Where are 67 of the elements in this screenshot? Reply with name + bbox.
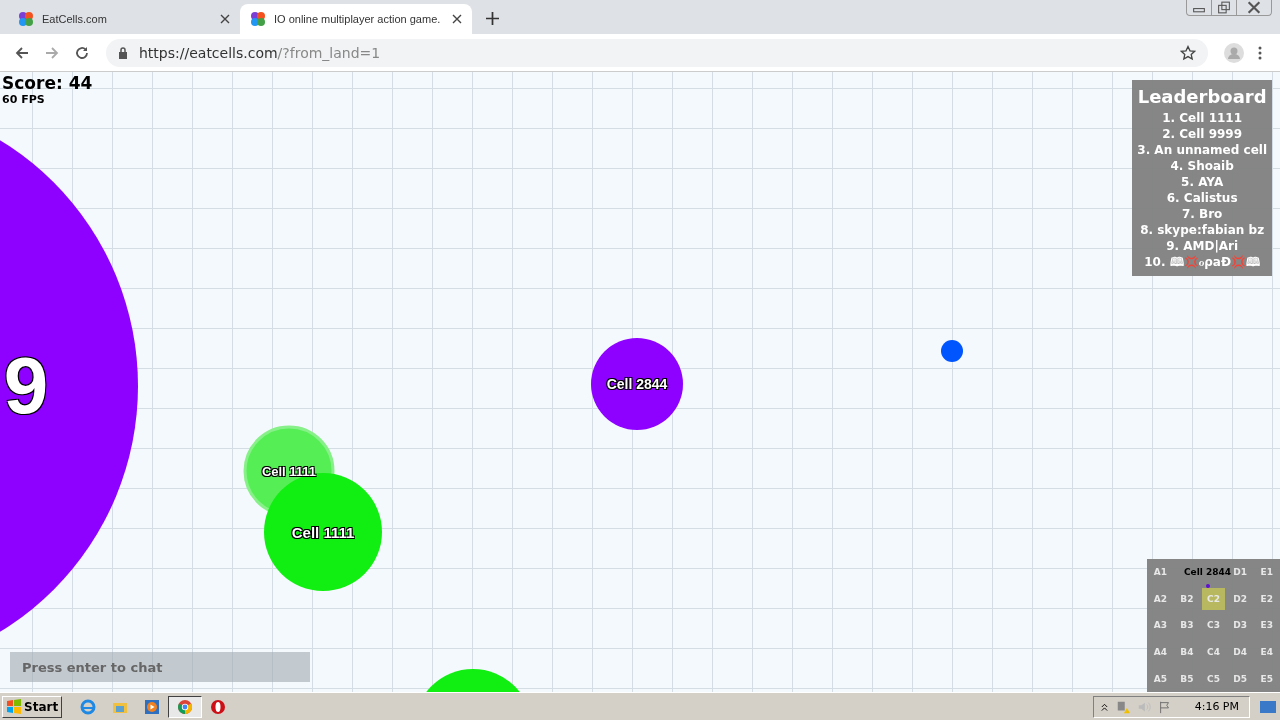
lock-icon bbox=[118, 46, 128, 59]
grid-label: A3 bbox=[1153, 620, 1167, 631]
game-canvas[interactable] bbox=[0, 72, 1280, 692]
cell-name: 9 bbox=[3, 340, 49, 432]
grid-label: A4 bbox=[1153, 647, 1167, 658]
leaderboard-entry: 4. Shoaib bbox=[1170, 158, 1234, 174]
browser-tab[interactable]: IO online multiplayer action game. bbox=[240, 4, 472, 34]
cell-name: Cell 1111 bbox=[261, 463, 317, 479]
grid-label: D5 bbox=[1233, 673, 1247, 684]
chat-input[interactable]: Press enter to chat bbox=[10, 652, 310, 682]
favicon-icon bbox=[18, 11, 34, 27]
grid-label: A1 bbox=[1153, 567, 1167, 578]
grid-label: E5 bbox=[1260, 673, 1273, 684]
browser-tab[interactable]: EatCells.com bbox=[8, 4, 240, 34]
leaderboard-entry: 3. An unnamed cell bbox=[1137, 142, 1267, 158]
grid-label: B3 bbox=[1180, 620, 1194, 631]
close-icon[interactable] bbox=[452, 14, 462, 24]
grid-label: D2 bbox=[1233, 593, 1247, 604]
favicon-icon bbox=[250, 11, 266, 27]
grid-label: B5 bbox=[1180, 673, 1194, 684]
grid-label: D3 bbox=[1233, 620, 1247, 631]
leaderboard-entry: 1. Cell 1111 bbox=[1162, 110, 1243, 126]
grid-label: A2 bbox=[1153, 593, 1167, 604]
leaderboard-entry: 8. skype:fabian bz bbox=[1140, 222, 1265, 238]
grid-label: B4 bbox=[1180, 647, 1194, 658]
grid-label: C4 bbox=[1207, 647, 1220, 658]
grid-label: E1 bbox=[1260, 567, 1273, 578]
leaderboard-entry: 9. AMD|Ari bbox=[1166, 238, 1239, 254]
grid-label: A5 bbox=[1153, 673, 1167, 684]
grid-label: E2 bbox=[1260, 593, 1273, 604]
grid-label: E3 bbox=[1260, 620, 1273, 631]
address-bar[interactable]: https://eatcells.com/?from_land=1 bbox=[106, 38, 1208, 67]
grid-label: C2 bbox=[1207, 593, 1220, 604]
star-icon[interactable] bbox=[1180, 44, 1196, 61]
cell-name: Cell 2844 bbox=[606, 376, 668, 392]
leaderboard-entry: 10. 🕮💢ℴρaÐ💢🕮 bbox=[1144, 254, 1260, 270]
url-text: https://eatcells.com/?from_land=1 bbox=[139, 44, 382, 61]
grid-label: C5 bbox=[1207, 673, 1220, 684]
close-icon[interactable] bbox=[220, 14, 230, 24]
menu-icon[interactable] bbox=[1258, 44, 1262, 61]
leaderboard-entry: 5. AYA bbox=[1181, 174, 1224, 190]
leaderboard-entry: 2. Cell 9999 bbox=[1162, 126, 1243, 142]
start-button[interactable]: Start bbox=[2, 695, 63, 718]
clock-text: 4:16 PM bbox=[1194, 700, 1239, 713]
show-desktop-icon[interactable] bbox=[1260, 698, 1276, 715]
grid-label: D1 bbox=[1233, 567, 1247, 578]
grid-label: C3 bbox=[1207, 620, 1220, 631]
new-tab-icon[interactable] bbox=[486, 12, 499, 25]
leaderboard-entry: 6. Calistus bbox=[1166, 190, 1238, 206]
leaderboard-title: Leaderboard bbox=[1137, 86, 1267, 108]
fps-text: 60 FPS bbox=[2, 93, 46, 106]
media-player-icon[interactable] bbox=[144, 698, 161, 715]
grid-label: B2 bbox=[1180, 593, 1194, 604]
cell-name: Cell 1111 bbox=[291, 523, 355, 541]
back-icon[interactable] bbox=[14, 44, 30, 61]
grid-label: E4 bbox=[1260, 647, 1273, 658]
grid-label: D4 bbox=[1233, 647, 1247, 658]
windows-logo-icon bbox=[6, 698, 22, 715]
reload-icon[interactable] bbox=[74, 44, 90, 61]
chrome-taskbar-button[interactable] bbox=[168, 695, 203, 718]
minimap-player-label: Cell 2844 bbox=[1184, 567, 1232, 577]
player-dot-icon bbox=[1206, 584, 1210, 588]
leaderboard-entry: 7. Bro bbox=[1181, 206, 1223, 222]
flag-icon[interactable] bbox=[1157, 699, 1172, 714]
chrome-icon bbox=[177, 698, 194, 715]
opera-icon[interactable] bbox=[210, 698, 227, 715]
score-text: Score: 44 bbox=[2, 73, 93, 93]
